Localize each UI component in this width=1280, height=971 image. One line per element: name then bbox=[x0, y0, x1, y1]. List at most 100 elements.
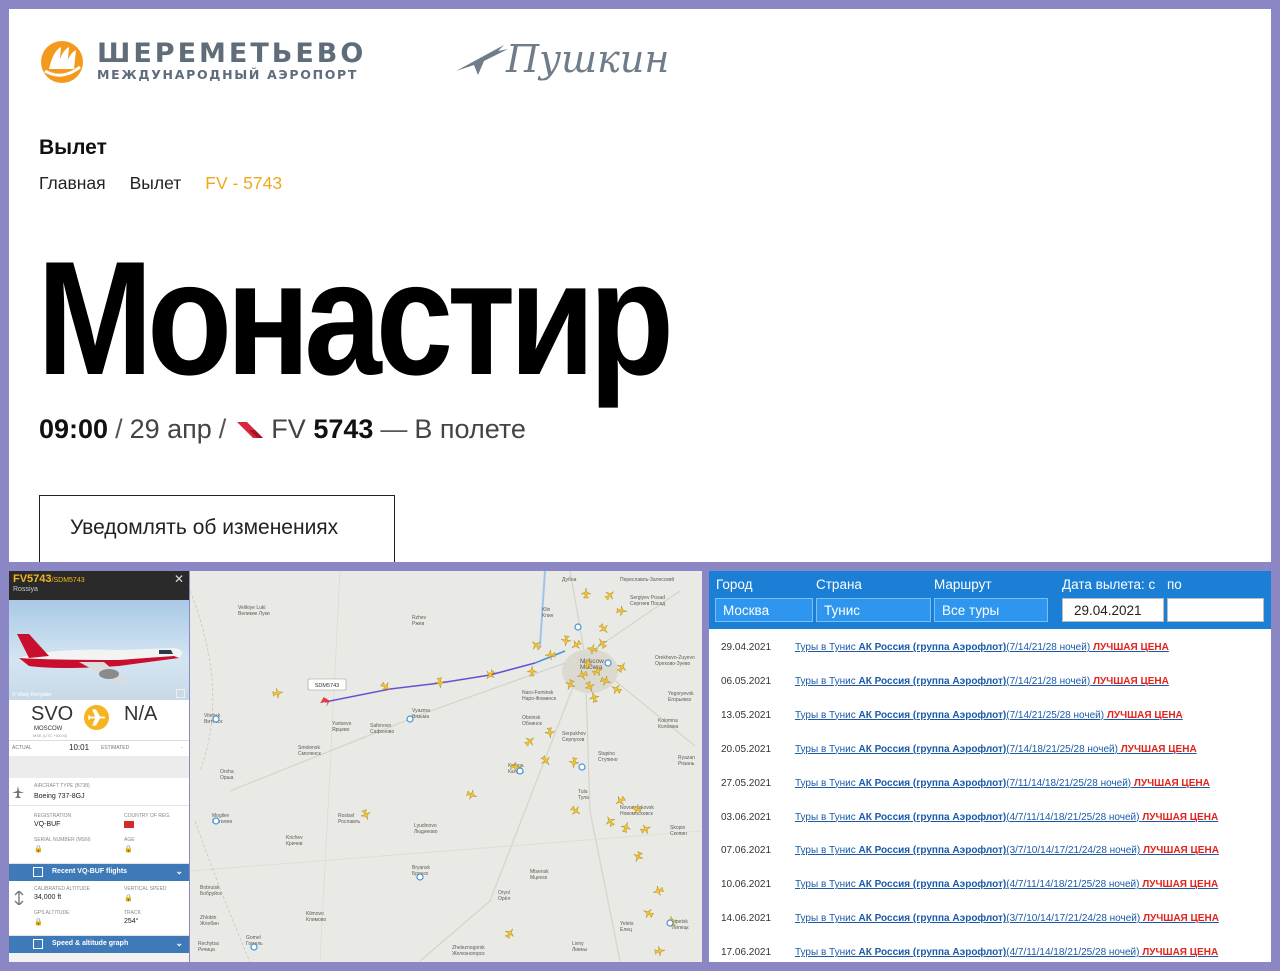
grid-icon bbox=[33, 867, 43, 877]
airport-pin-icon[interactable] bbox=[212, 715, 220, 723]
origin-city: MOSCOW bbox=[34, 726, 63, 732]
map-place-ru-obninsk: Обнинск bbox=[522, 721, 543, 727]
breadcrumb-home[interactable]: Главная bbox=[39, 173, 106, 194]
flight-map[interactable]: Дубна Переславль-Залесский Sergiyev Posad С… bbox=[190, 571, 702, 962]
alt-callsign: /SDM5743 bbox=[51, 577, 85, 584]
tour-nights: (7/11/14/18/21/25/28 ночей) bbox=[1006, 777, 1132, 789]
aircraft-photo[interactable]: © Vitaly Revyakin bbox=[9, 600, 189, 700]
airport-pin-icon[interactable] bbox=[574, 623, 582, 631]
graph-bar[interactable]: Speed & altitude graph ⌄ bbox=[9, 936, 189, 953]
origin-code[interactable]: SVO bbox=[31, 703, 73, 726]
country-flag-icon bbox=[124, 821, 134, 828]
aircraft-type-code: (B738) bbox=[74, 783, 90, 789]
tour-prefix: Туры в Тунис bbox=[795, 879, 859, 891]
sheremetyevo-logo[interactable]: ШЕРЕМЕТЬЕВО МЕЖДУНАРОДНЫЙ АЭРОПОРТ bbox=[39, 39, 366, 85]
pushkin-plane-icon bbox=[456, 45, 508, 75]
date-to-header: по bbox=[1167, 577, 1182, 592]
map-place-ru-skopin: Скопин bbox=[670, 831, 687, 837]
airport-pin-icon[interactable] bbox=[578, 763, 586, 771]
map-place-ru-tula: Тула bbox=[578, 795, 589, 801]
rossiya-airline-icon bbox=[237, 421, 264, 438]
tour-link[interactable]: Туры в Тунис АК Россия (группа Аэрофлот)… bbox=[795, 642, 1169, 653]
tour-airline: АК Россия (группа Аэрофлот) bbox=[858, 913, 1007, 925]
actual-time: 10:01 bbox=[69, 743, 90, 752]
tour-airline: АК Россия (группа Аэрофлот) bbox=[858, 709, 1007, 721]
map-place-ru-orsha: Орша bbox=[220, 775, 234, 781]
notify-changes-button[interactable]: Уведомлять об изменениях bbox=[39, 495, 395, 562]
track-label: TRACK bbox=[124, 910, 141, 916]
best-price-badge: ЛУЧШАЯ ЦЕНА bbox=[1120, 743, 1197, 755]
best-price-badge: ЛУЧШАЯ ЦЕНА bbox=[1143, 913, 1219, 925]
flight-info-panel: ШЕРЕМЕТЬЕВО МЕЖДУНАРОДНЫЙ АЭРОПОРТ Пушки… bbox=[9, 9, 1271, 562]
tour-airline: АК Россия (группа Аэрофлот) bbox=[858, 879, 1007, 891]
map-place-ru-livny: Ливны bbox=[572, 947, 587, 953]
tour-link[interactable]: Туры в Тунис АК Россия (группа Аэрофлот)… bbox=[795, 812, 1218, 823]
tour-link[interactable]: Туры в Тунис АК Россия (группа Аэрофлот)… bbox=[795, 676, 1169, 687]
recent-flights-bar[interactable]: Recent VQ-BUF flights ⌄ bbox=[9, 864, 189, 881]
tracker-airline: Rossiya bbox=[13, 586, 38, 593]
map-place-ru-lyudinovo: Людиново bbox=[414, 829, 438, 835]
airport-pin-icon[interactable] bbox=[666, 919, 674, 927]
expand-icon[interactable] bbox=[176, 689, 185, 698]
airport-pin-icon[interactable] bbox=[250, 943, 258, 951]
tour-row: 07.06.2021 Туры в Тунис АК Россия (группа… bbox=[709, 833, 1271, 867]
map-place-ru-kolomna: Коломна bbox=[658, 724, 679, 730]
registration[interactable]: VQ-BUF bbox=[34, 821, 60, 828]
best-price-badge: ЛУЧШАЯ ЦЕНА bbox=[1142, 879, 1219, 891]
airport-pin-icon[interactable] bbox=[604, 659, 612, 667]
date-from-input[interactable]: 29.04.2021 bbox=[1062, 598, 1164, 622]
tour-airline: АК Россия (группа Аэрофлот) bbox=[858, 642, 1007, 653]
pushkin-word: Пушкин bbox=[506, 37, 670, 81]
country-select[interactable]: Тунис bbox=[816, 598, 931, 622]
tour-date: 29.04.2021 bbox=[721, 642, 772, 653]
tour-airline: АК Россия (группа Аэрофлот) bbox=[858, 777, 1007, 789]
departure-time: 09:00 bbox=[39, 414, 109, 444]
sheremetyevo-wordmark: ШЕРЕМЕТЬЕВО МЕЖДУНАРОДНЫЙ АЭРОПОРТ bbox=[97, 38, 367, 83]
vert-speed-label: VERTICAL SPEED bbox=[124, 886, 167, 892]
map-place-ru-naro-fominsk: Наро-Фоминск bbox=[522, 696, 557, 702]
airport-pin-icon[interactable] bbox=[416, 873, 424, 881]
map-place-ru-yegoryevsk: Егорьевск bbox=[668, 697, 692, 703]
tracker-times: ACTUAL 10:01 ESTIMATED - bbox=[9, 740, 189, 756]
city-select[interactable]: Москва bbox=[715, 598, 813, 622]
tours-filter-bar: Город Страна Маршрут Дата вылета: с по М… bbox=[709, 571, 1271, 629]
breadcrumb-departures[interactable]: Вылет bbox=[130, 173, 182, 194]
close-icon[interactable]: ✕ bbox=[174, 572, 184, 586]
flight-status: В полете bbox=[414, 414, 526, 444]
airport-pin-icon[interactable] bbox=[516, 767, 524, 775]
map-place-ru-serpukhov: Серпухов bbox=[562, 737, 585, 743]
graph-icon bbox=[33, 939, 43, 949]
origin-timezone: MSK (UTC +03:00) bbox=[33, 733, 68, 738]
tour-link[interactable]: Туры в Тунис АК Россия (группа Аэрофлот)… bbox=[795, 744, 1197, 755]
airport-name: ШЕРЕМЕТЬЕВО bbox=[97, 38, 367, 69]
graph-label: Speed & altitude graph bbox=[52, 940, 129, 947]
tour-prefix: Туры в Тунис bbox=[795, 845, 859, 857]
tour-link[interactable]: Туры в Тунис АК Россия (группа Аэрофлот)… bbox=[795, 845, 1219, 856]
tour-link[interactable]: Туры в Тунис АК Россия (группа Аэрофлот)… bbox=[795, 879, 1218, 890]
sheremetyevo-logo-icon bbox=[41, 41, 83, 83]
tour-link[interactable]: Туры в Тунис АК Россия (группа Аэрофлот)… bbox=[795, 947, 1218, 958]
tour-link[interactable]: Туры в Тунис АК Россия (группа Аэрофлот)… bbox=[795, 913, 1219, 924]
route-select[interactable]: Все туры bbox=[934, 598, 1048, 622]
tour-link[interactable]: Туры в Тунис АК Россия (группа Аэрофлот)… bbox=[795, 778, 1210, 789]
best-price-badge: ЛУЧШАЯ ЦЕНА bbox=[1142, 811, 1219, 823]
airport-pin-icon[interactable] bbox=[406, 715, 414, 723]
aircraft-type-label-text: AIRCRAFT TYPE bbox=[34, 783, 74, 789]
date-to-input[interactable] bbox=[1167, 598, 1264, 622]
tour-date: 10.06.2021 bbox=[721, 879, 772, 891]
separator: / bbox=[115, 414, 123, 444]
tour-date: 20.05.2021 bbox=[721, 743, 772, 755]
tour-nights: (7/14/21/28 ночей) bbox=[1006, 675, 1091, 687]
altitude-row: CALIBRATED ALTITUDE 34,000 ft VERTICAL S… bbox=[9, 881, 189, 936]
lock-icon: 🔒 bbox=[124, 895, 133, 902]
tour-link[interactable]: Туры в Тунис АК Россия (группа Аэрофлот)… bbox=[795, 710, 1183, 721]
country-header: Страна bbox=[816, 577, 862, 592]
pushkin-logo: Пушкин bbox=[454, 37, 669, 81]
separator: / bbox=[218, 414, 227, 444]
chevron-down-icon: ⌄ bbox=[175, 866, 183, 876]
map-place-ru-ryazan: Рязань bbox=[678, 761, 695, 767]
country-label: COUNTRY OF REG. bbox=[124, 813, 171, 819]
airport-pin-icon[interactable] bbox=[212, 817, 220, 825]
best-price-badge: ЛУЧШАЯ ЦЕНА bbox=[1092, 642, 1169, 653]
map-place-ru-sergiyev-posad: Сергиев Посад bbox=[630, 601, 665, 607]
